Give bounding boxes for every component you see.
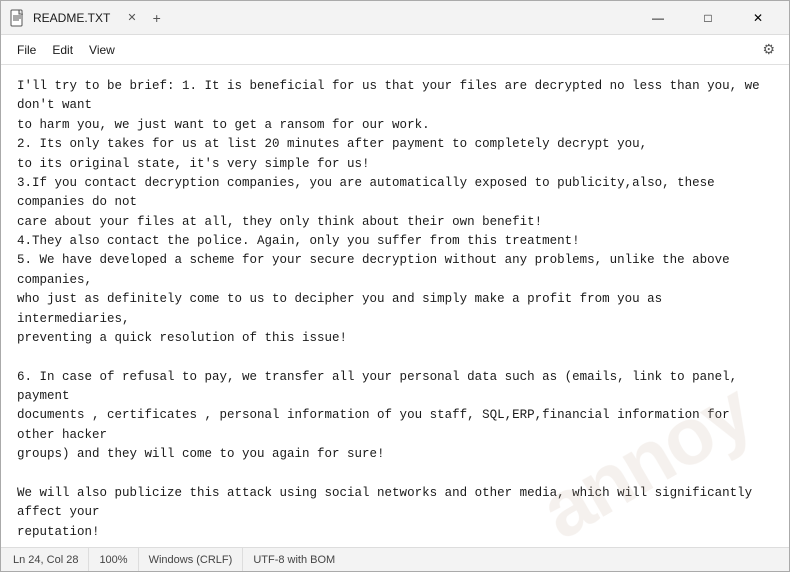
encoding[interactable]: UTF-8 with BOM — [243, 548, 345, 571]
window-controls: — □ ✕ — [635, 3, 781, 33]
settings-icon[interactable]: ⚙ — [756, 37, 781, 62]
title-bar: README.TXT ✕ + — □ ✕ — [1, 1, 789, 35]
line-ending[interactable]: Windows (CRLF) — [139, 548, 244, 571]
file-icon — [9, 9, 27, 27]
minimize-button[interactable]: — — [635, 3, 681, 33]
cursor-position: Ln 24, Col 28 — [13, 548, 89, 571]
notepad-window: README.TXT ✕ + — □ ✕ File Edit View ⚙ I'… — [0, 0, 790, 572]
menu-file[interactable]: File — [9, 39, 44, 61]
menu-view[interactable]: View — [81, 39, 123, 61]
zoom-level[interactable]: 100% — [89, 548, 138, 571]
menu-bar: File Edit View ⚙ — [1, 35, 789, 65]
title-bar-left: README.TXT ✕ + — [9, 8, 635, 28]
maximize-button[interactable]: □ — [685, 3, 731, 33]
new-tab-button[interactable]: + — [148, 8, 166, 28]
status-bar: Ln 24, Col 28 100% Windows (CRLF) UTF-8 … — [1, 547, 789, 571]
window-title: README.TXT — [33, 11, 110, 25]
menu-edit[interactable]: Edit — [44, 39, 81, 61]
text-content[interactable]: I'll try to be brief: 1. It is beneficia… — [1, 65, 789, 547]
tab-close-button[interactable]: ✕ — [122, 9, 141, 26]
close-button[interactable]: ✕ — [735, 3, 781, 33]
content-wrapper: I'll try to be brief: 1. It is beneficia… — [1, 65, 789, 547]
